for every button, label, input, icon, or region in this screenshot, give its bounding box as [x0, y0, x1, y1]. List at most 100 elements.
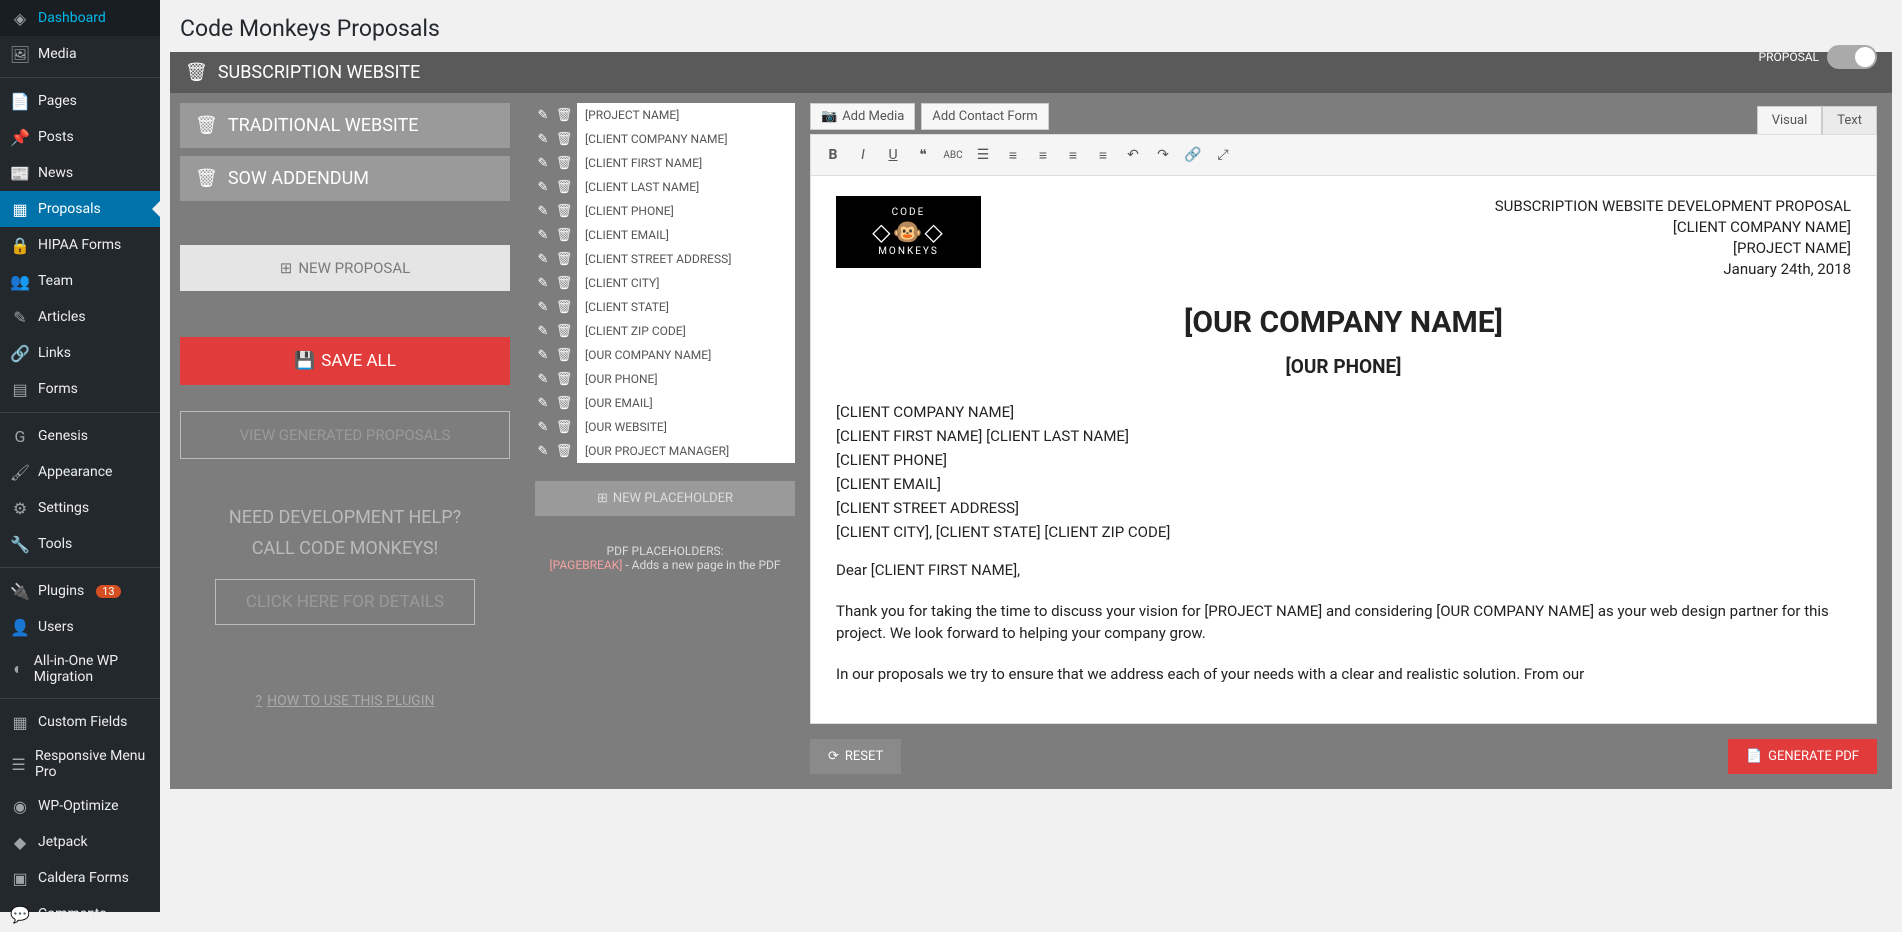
placeholder-input[interactable] [577, 223, 795, 247]
trash-icon[interactable]: 🗑 [195, 115, 218, 136]
align-right-icon[interactable]: ≡ [1089, 141, 1117, 169]
tab-visual[interactable]: Visual [1757, 106, 1823, 135]
new-proposal-button[interactable]: ⊞ NEW PROPOSAL [180, 245, 510, 291]
trash-icon[interactable]: 🗑 [556, 227, 572, 243]
sidebar-item-dashboard[interactable]: ◈Dashboard [0, 0, 160, 36]
trash-icon[interactable]: 🗑 [556, 131, 572, 147]
edit-icon[interactable]: ✎ [535, 131, 551, 147]
edit-icon[interactable]: ✎ [535, 155, 551, 171]
sidebar-item-proposals[interactable]: ▦Proposals [0, 191, 160, 227]
sidebar-item-users[interactable]: 👤Users [0, 609, 160, 645]
trash-icon[interactable]: 🗑 [556, 251, 572, 267]
trash-icon[interactable]: 🗑 [556, 443, 572, 459]
placeholder-input[interactable] [577, 199, 795, 223]
edit-icon[interactable]: ✎ [535, 227, 551, 243]
edit-icon[interactable]: ✎ [535, 299, 551, 315]
placeholder-input[interactable] [577, 127, 795, 151]
edit-icon[interactable]: ✎ [535, 395, 551, 411]
save-all-button[interactable]: 💾 SAVE ALL [180, 337, 510, 385]
sidebar-item-posts[interactable]: 📌Posts [0, 119, 160, 155]
trash-icon[interactable]: 🗑 [556, 419, 572, 435]
reset-button[interactable]: ⟳ RESET [810, 739, 901, 774]
edit-icon[interactable]: ✎ [535, 323, 551, 339]
trash-icon[interactable]: 🗑 [556, 275, 572, 291]
sidebar-item-appearance[interactable]: 🖌Appearance [0, 454, 160, 490]
strike-icon[interactable]: ABC [939, 141, 967, 169]
sidebar-item-links[interactable]: 🔗Links [0, 335, 160, 371]
add-contact-form-button[interactable]: Add Contact Form [921, 103, 1048, 130]
sidebar-item-genesis[interactable]: GGenesis [0, 418, 160, 454]
bullet-list-icon[interactable]: ☰ [969, 141, 997, 169]
undo-icon[interactable]: ↶ [1119, 141, 1147, 169]
placeholder-input[interactable] [577, 439, 795, 463]
view-generated-button[interactable]: VIEW GENERATED PROPOSALS [180, 411, 510, 459]
placeholder-input[interactable] [577, 415, 795, 439]
howto-link[interactable]: ? HOW TO USE THIS PLUGIN [180, 693, 510, 709]
edit-icon[interactable]: ✎ [535, 107, 551, 123]
active-template-bar[interactable]: 🗑 SUBSCRIPTION WEBSITE [170, 52, 1892, 93]
placeholder-input[interactable] [577, 343, 795, 367]
placeholder-input[interactable] [577, 271, 795, 295]
bold-icon[interactable]: B [819, 141, 847, 169]
trash-icon[interactable]: 🗑 [556, 395, 572, 411]
trash-icon[interactable]: 🗑 [556, 107, 572, 123]
italic-icon[interactable]: I [849, 141, 877, 169]
sidebar-item-team[interactable]: 👥Team [0, 263, 160, 299]
trash-icon[interactable]: 🗑 [185, 62, 208, 83]
trash-icon[interactable]: 🗑 [195, 168, 218, 189]
sidebar-item-media[interactable]: 🖼Media [0, 36, 160, 72]
fullscreen-icon[interactable]: ⤢ [1209, 141, 1237, 169]
edit-icon[interactable]: ✎ [535, 275, 551, 291]
sidebar-item-articles[interactable]: ✎Articles [0, 299, 160, 335]
trash-icon[interactable]: 🗑 [556, 323, 572, 339]
sidebar-item-responsive-menu-pro[interactable]: ☰Responsive Menu Pro [0, 740, 160, 788]
sidebar-item-plugins[interactable]: 🔌Plugins13 [0, 573, 160, 609]
trash-icon[interactable]: 🗑 [556, 155, 572, 171]
toggle-switch[interactable] [1827, 45, 1877, 69]
link-icon[interactable]: 🔗 [1179, 141, 1207, 169]
sidebar-item-hipaa-forms[interactable]: 🔒HIPAA Forms [0, 227, 160, 263]
sidebar-item-all-in-one-wp-migration[interactable]: ◐All-in-One WP Migration [0, 645, 160, 693]
generate-pdf-button[interactable]: 📄 GENERATE PDF [1728, 739, 1877, 774]
edit-icon[interactable]: ✎ [535, 347, 551, 363]
placeholder-input[interactable] [577, 247, 795, 271]
underline-icon[interactable]: U [879, 141, 907, 169]
number-list-icon[interactable]: ≡ [999, 141, 1027, 169]
quote-icon[interactable]: ❝ [909, 141, 937, 169]
edit-icon[interactable]: ✎ [535, 251, 551, 267]
editor-body[interactable]: CODE ◇🐵◇ MONKEYS SUBSCRIPTION WEBSITE DE… [811, 176, 1876, 723]
redo-icon[interactable]: ↷ [1149, 141, 1177, 169]
sidebar-item-jetpack[interactable]: ◆Jetpack [0, 824, 160, 860]
trash-icon[interactable]: 🗑 [556, 179, 572, 195]
sidebar-item-wp-optimize[interactable]: ◉WP-Optimize [0, 788, 160, 824]
trash-icon[interactable]: 🗑 [556, 347, 572, 363]
new-placeholder-button[interactable]: ⊞ NEW PLACEHOLDER [535, 481, 795, 516]
sidebar-item-pages[interactable]: 📄Pages [0, 83, 160, 119]
trash-icon[interactable]: 🗑 [556, 299, 572, 315]
placeholder-input[interactable] [577, 151, 795, 175]
sidebar-item-caldera-forms[interactable]: ▣Caldera Forms [0, 860, 160, 896]
placeholder-input[interactable] [577, 367, 795, 391]
edit-icon[interactable]: ✎ [535, 443, 551, 459]
placeholder-input[interactable] [577, 175, 795, 199]
placeholder-input[interactable] [577, 391, 795, 415]
sidebar-item-news[interactable]: 📰News [0, 155, 160, 191]
tab-text[interactable]: Text [1822, 106, 1877, 135]
edit-icon[interactable]: ✎ [535, 203, 551, 219]
sidebar-item-comments[interactable]: 💬Comments [0, 896, 160, 932]
placeholder-input[interactable] [577, 103, 795, 127]
trash-icon[interactable]: 🗑 [556, 203, 572, 219]
template-sow-addendum[interactable]: 🗑SOW ADDENDUM [180, 156, 510, 201]
trash-icon[interactable]: 🗑 [556, 371, 572, 387]
sidebar-item-custom-fields[interactable]: ▦Custom Fields [0, 704, 160, 740]
sidebar-item-tools[interactable]: 🔧Tools [0, 526, 160, 562]
align-center-icon[interactable]: ≡ [1059, 141, 1087, 169]
template-traditional-website[interactable]: 🗑TRADITIONAL WEBSITE [180, 103, 510, 148]
sidebar-item-forms[interactable]: ▤Forms [0, 371, 160, 407]
add-media-button[interactable]: 📷 Add Media [810, 103, 915, 130]
edit-icon[interactable]: ✎ [535, 371, 551, 387]
proposal-toggle[interactable]: PROPOSAL [1759, 45, 1877, 69]
placeholder-input[interactable] [577, 319, 795, 343]
edit-icon[interactable]: ✎ [535, 419, 551, 435]
sidebar-item-settings[interactable]: ⚙Settings [0, 490, 160, 526]
